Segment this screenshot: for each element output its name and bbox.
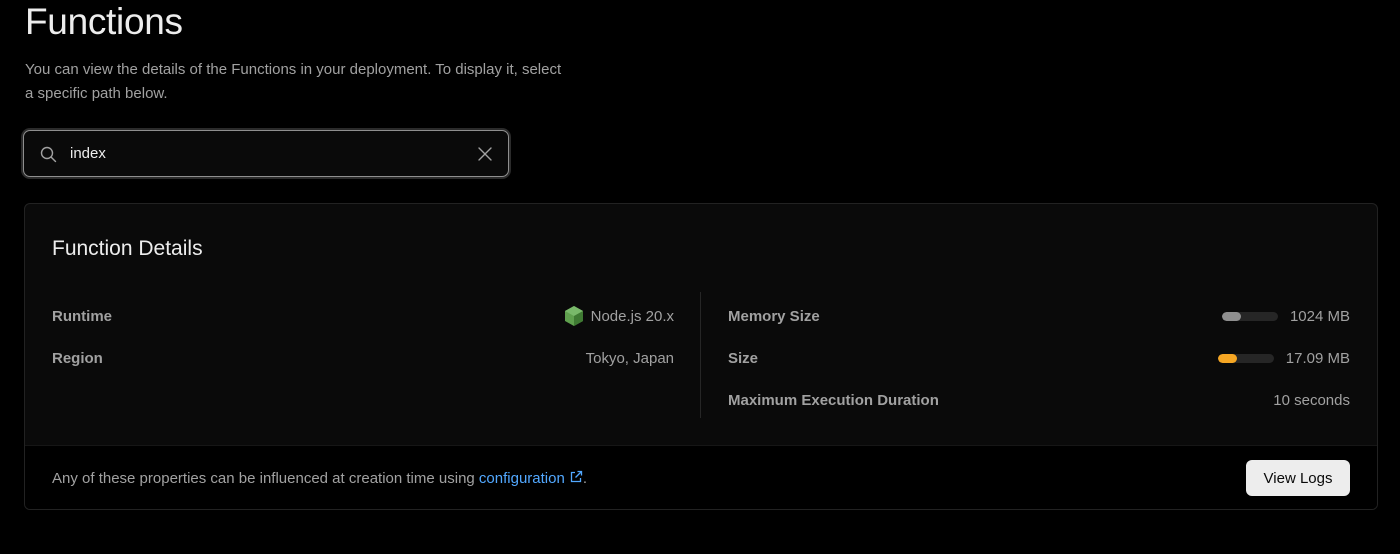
size-usage-bar [1217, 353, 1274, 363]
size-row: Size 17.09 MB [728, 346, 1350, 370]
memory-usage-fill [1221, 311, 1241, 321]
size-value: 17.09 MB [1217, 346, 1350, 370]
external-link-icon[interactable] [569, 470, 583, 484]
max-duration-value: 10 seconds [1273, 391, 1350, 409]
region-label: Region [52, 349, 103, 367]
function-search-box[interactable] [23, 130, 509, 177]
close-icon[interactable] [477, 146, 493, 162]
nodejs-icon [564, 306, 583, 326]
region-row: Region Tokyo, Japan [52, 346, 674, 370]
card-footer: Any of these properties can be influence… [25, 445, 1377, 509]
runtime-value: Node.js 20.x [564, 304, 674, 328]
size-usage-fill [1217, 353, 1237, 363]
runtime-row: Runtime Node.js 20.x [52, 304, 674, 328]
runtime-value-text: Node.js 20.x [590, 307, 674, 325]
page-description: You can view the details of the Function… [25, 61, 562, 102]
size-label: Size [728, 349, 759, 367]
size-text: 17.09 MB [1285, 349, 1350, 367]
configuration-link[interactable]: configuration [479, 470, 583, 487]
configuration-link-label[interactable]: configuration [479, 470, 565, 487]
memory-size-label: Memory Size [728, 307, 820, 325]
footer-text-before: Any of these properties can be influence… [52, 470, 479, 487]
column-divider [700, 292, 701, 418]
search-input[interactable] [70, 131, 450, 176]
footer-note: Any of these properties can be influence… [52, 467, 587, 491]
footer-text-after: . [582, 470, 587, 487]
function-details-card: Function Details Runtime Node.js 20.x Re… [24, 203, 1378, 510]
memory-usage-bar [1221, 311, 1278, 321]
view-logs-button[interactable]: View Logs [1246, 460, 1350, 496]
region-value: Tokyo, Japan [585, 349, 674, 367]
search-icon [40, 146, 57, 163]
memory-size-row: Memory Size 1024 MB [728, 304, 1350, 328]
memory-size-text: 1024 MB [1289, 307, 1350, 325]
memory-size-value: 1024 MB [1221, 304, 1350, 328]
functions-page: Functions You can view the details of th… [0, 0, 1400, 554]
page-title: Functions [25, 1, 183, 42]
max-duration-label: Maximum Execution Duration [728, 391, 939, 409]
runtime-label: Runtime [52, 307, 112, 325]
card-title: Function Details [52, 237, 203, 260]
max-duration-row: Maximum Execution Duration 10 seconds [728, 388, 1350, 412]
